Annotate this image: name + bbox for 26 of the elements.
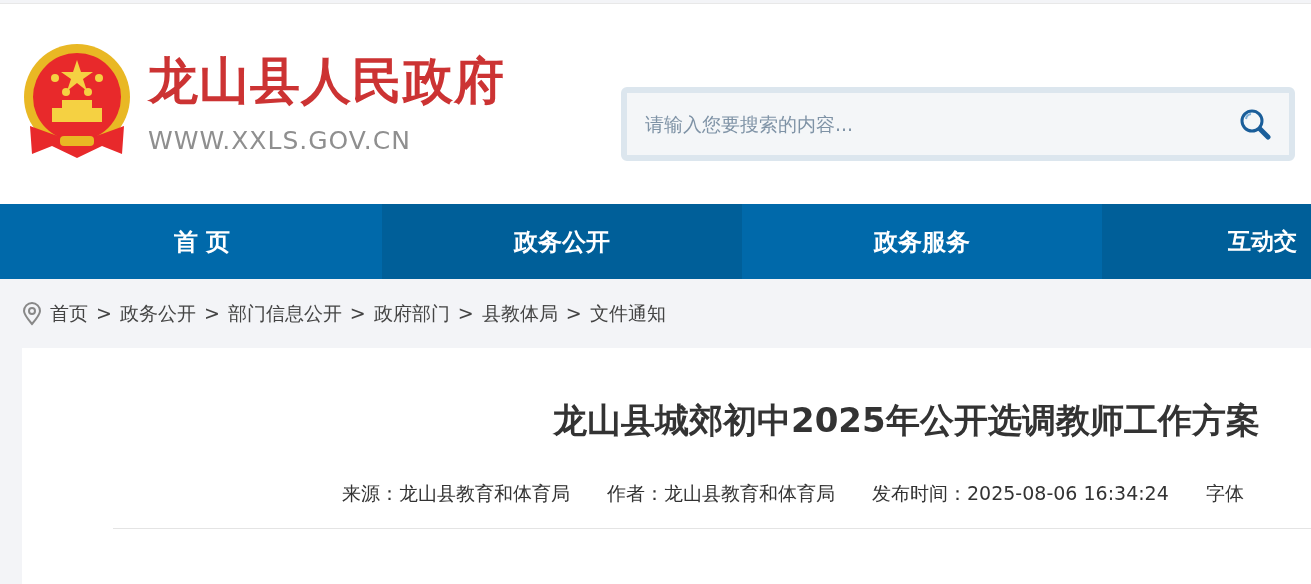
breadcrumb-link[interactable]: 文件通知 bbox=[589, 299, 666, 328]
search-box[interactable]: 请输入您要搜索的内容... bbox=[621, 87, 1295, 161]
breadcrumb-link[interactable]: 部门信息公开 bbox=[227, 299, 342, 328]
breadcrumb-link[interactable]: 首页 bbox=[50, 299, 88, 328]
nav-link[interactable]: 首 页 bbox=[22, 204, 382, 279]
location-pin-icon bbox=[22, 301, 42, 326]
site-url: WWW.XXLS.GOV.CN bbox=[148, 125, 412, 157]
breadcrumb-separator: > bbox=[203, 301, 220, 327]
article-title: 龙山县城郊初中2025年公开选调教师工作方案 bbox=[552, 399, 1261, 441]
nav-link[interactable]: 互动交 bbox=[1102, 204, 1311, 279]
article-meta: 作者：龙山县教育和体育局 bbox=[607, 480, 835, 506]
nav-link[interactable]: 政务服务 bbox=[742, 204, 1102, 279]
breadcrumb-separator: > bbox=[565, 301, 582, 327]
breadcrumb-link[interactable]: 政府部门 bbox=[373, 299, 450, 328]
article-meta: 来源：龙山县教育和体育局 bbox=[342, 480, 570, 506]
article-meta: 发布时间：2025-08-06 16:34:24 bbox=[872, 480, 1169, 506]
breadcrumb-separator: > bbox=[457, 301, 474, 327]
search-field[interactable]: 请输入您要搜索的内容... bbox=[643, 108, 1239, 140]
breadcrumb-link[interactable]: 政务公开 bbox=[119, 299, 196, 328]
site-name: 龙山县人民政府 bbox=[148, 56, 505, 106]
search-icon[interactable] bbox=[1239, 108, 1271, 140]
breadcrumb-separator: > bbox=[96, 301, 112, 327]
article-meta: 字体 bbox=[1205, 480, 1244, 506]
nav-link[interactable]: 政务公开 bbox=[382, 204, 742, 279]
breadcrumb-link[interactable]: 县教体局 bbox=[481, 299, 558, 328]
breadcrumb-separator: > bbox=[349, 301, 366, 327]
